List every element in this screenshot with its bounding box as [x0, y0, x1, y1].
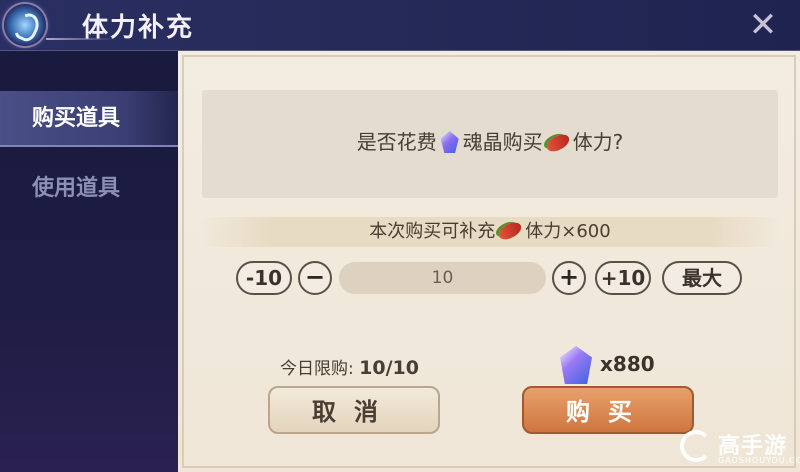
brand-logo-icon [680, 430, 712, 462]
refill-suffix: 体力×600 [525, 221, 611, 242]
plus-10-button[interactable]: +10 [595, 261, 651, 295]
sidebar-item-buy-items[interactable]: 购买道具 [0, 91, 178, 147]
limit-label: 今日限购: [280, 359, 354, 379]
cost-value: x880 [600, 352, 655, 376]
cancel-button[interactable]: 取消 [268, 386, 440, 434]
limit-value: 10/10 [359, 357, 419, 379]
sidebar-item-use-items[interactable]: 使用道具 [0, 161, 178, 217]
question-box: 是否花费 魂晶购买 体力? [202, 90, 778, 198]
close-icon[interactable]: ✕ [742, 4, 784, 46]
refill-prefix: 本次购买可补充 [369, 221, 496, 242]
sidebar: 购买道具 使用道具 [0, 51, 178, 472]
page-title: 体力补充 [82, 13, 195, 43]
emblem-glyph [11, 9, 43, 45]
plus-button[interactable]: + [552, 261, 586, 295]
max-button[interactable]: 最大 [662, 261, 742, 295]
buy-button[interactable]: 购买 [522, 386, 694, 434]
stamina-chili-icon [496, 220, 524, 242]
game-emblem-icon [4, 4, 46, 46]
quantity-slider[interactable]: 10 [339, 262, 546, 294]
watermark: 高手游 GAOSHOUYOU.COM [680, 426, 800, 472]
minus-button[interactable]: − [298, 261, 332, 295]
daily-limit: 今日限购: 10/10 [280, 354, 419, 379]
purchase-question: 是否花费 魂晶购买 体力? [202, 126, 778, 155]
question-currency: 魂晶购买 [462, 130, 543, 154]
title-bar: 体力补充 ✕ [0, 0, 800, 51]
minus-10-button[interactable]: -10 [236, 261, 292, 295]
stamina-chili-icon [544, 132, 572, 154]
soul-crystal-icon [440, 131, 459, 153]
question-suffix: 体力? [572, 130, 624, 154]
watermark-sub: GAOSHOUYOU.COM [718, 456, 800, 465]
refill-banner: 本次购买可补充 体力×600 [200, 217, 780, 247]
question-prefix: 是否花费 [356, 130, 437, 154]
